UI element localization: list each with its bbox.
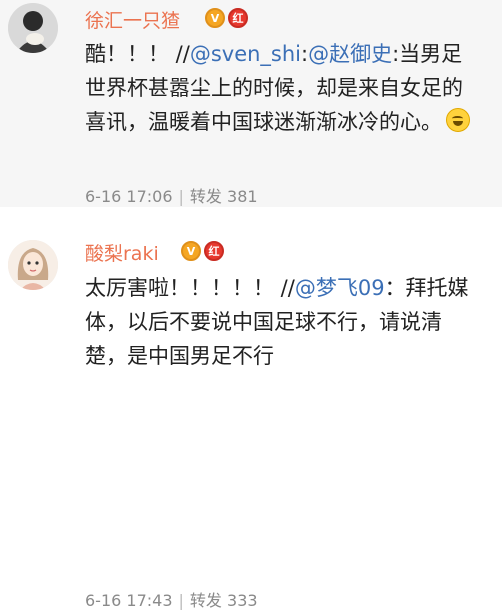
vip-crown-icon: V	[181, 241, 201, 261]
repost-label[interactable]: 转发	[190, 591, 222, 610]
red-badge-icon: 红	[204, 241, 224, 261]
username[interactable]: 徐汇一只猹	[85, 6, 180, 33]
laugh-cry-icon	[446, 108, 470, 132]
comment-item: 徐汇一只猹 V 红 酷！！！ //@sven_shi:@赵御史:当男足世界杯甚嚣…	[0, 0, 502, 207]
comment-text-prefix: 酷！！！ //	[85, 42, 190, 66]
comment-text-prefix: 太厉害啦！！！！！ //	[85, 276, 295, 300]
meta-separator: |	[178, 187, 184, 206]
mention-link[interactable]: @梦飞09	[295, 276, 385, 300]
vip-crown-icon: V	[205, 8, 225, 28]
mention-link[interactable]: @赵御史	[308, 42, 392, 66]
user-badges: V 红	[181, 241, 224, 261]
repost-label[interactable]: 转发	[190, 187, 222, 206]
meta-separator: |	[178, 591, 184, 610]
repost-count: 381	[227, 187, 258, 206]
user-badges: V 红	[205, 8, 248, 28]
mention-link[interactable]: @sven_shi	[190, 42, 301, 66]
comment-text: 太厉害啦！！！！！ //@梦飞09：拜托媒体，以后不要说中国足球不行，请说清楚，…	[85, 271, 480, 373]
repost-count: 333	[227, 591, 258, 610]
comment-text: 酷！！！ //@sven_shi:@赵御史:当男足世界杯甚嚣尘上的时候，却是来自…	[85, 37, 480, 139]
user-avatar[interactable]	[8, 3, 58, 53]
comment-date: 6-16 17:43	[85, 591, 173, 610]
user-avatar[interactable]	[8, 240, 58, 290]
red-badge-icon: 红	[228, 8, 248, 28]
comment-meta: 6-16 17:43 | 转发 333	[85, 587, 258, 611]
comment-date: 6-16 17:06	[85, 187, 173, 206]
username[interactable]: 酸梨raki	[85, 239, 159, 266]
comment-meta: 6-16 17:06 | 转发 381	[85, 183, 258, 207]
comment-item: 酸梨raki V 红 太厉害啦！！！！！ //@梦飞09：拜托媒体，以后不要说中…	[0, 207, 502, 610]
